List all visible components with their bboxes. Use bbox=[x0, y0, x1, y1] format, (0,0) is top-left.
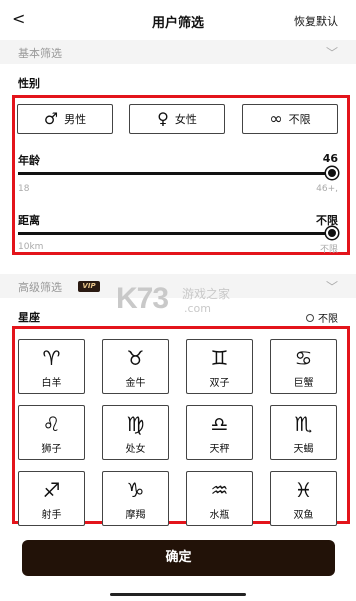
gender-any-button[interactable]: ∞ 不限 bbox=[242, 104, 338, 134]
zodiac-option[interactable]: ♓ 双鱼 bbox=[270, 471, 337, 526]
basic-filter-title: 基本筛选 bbox=[18, 47, 62, 60]
gemini-icon: ♊ bbox=[210, 346, 229, 370]
aquarius-icon: ♒ bbox=[210, 478, 229, 502]
zodiac-option[interactable]: ♐ 射手 bbox=[18, 471, 85, 526]
gender-option-label: 男性 bbox=[64, 113, 87, 126]
distance-slider-handle[interactable] bbox=[326, 227, 338, 239]
distance-slider-track[interactable] bbox=[18, 232, 338, 235]
libra-icon: ♎ bbox=[210, 412, 229, 436]
infinity-icon: ∞ bbox=[269, 109, 283, 128]
female-icon: ♀ bbox=[157, 109, 169, 128]
zodiac-option-label: 天秤 bbox=[209, 444, 230, 455]
pisces-icon: ♓ bbox=[294, 478, 313, 502]
capricorn-icon: ♑ bbox=[126, 478, 145, 502]
zodiac-option-label: 天蝎 bbox=[293, 444, 314, 455]
age-slider-handle[interactable] bbox=[326, 167, 338, 179]
leo-icon: ♌ bbox=[42, 412, 61, 436]
zodiac-unlimited-label: 不限 bbox=[318, 314, 338, 325]
vip-badge: VIP bbox=[78, 281, 100, 292]
zodiac-option-label: 双鱼 bbox=[293, 510, 314, 521]
zodiac-option-label: 双子 bbox=[209, 378, 230, 389]
sagittarius-icon: ♐ bbox=[42, 478, 61, 502]
zodiac-option-label: 摩羯 bbox=[125, 510, 146, 521]
site-watermark-logo: K73 游戏之家 .com bbox=[116, 280, 246, 322]
reset-button[interactable]: 恢复默认 bbox=[294, 13, 338, 29]
scorpio-icon: ♏ bbox=[294, 412, 313, 436]
radio-icon[interactable] bbox=[306, 313, 314, 322]
chevron-down-icon[interactable]: ﹀ bbox=[326, 44, 338, 61]
age-max-label: 46+, bbox=[316, 184, 338, 194]
zodiac-option-label: 白羊 bbox=[41, 378, 62, 389]
virgo-icon: ♍ bbox=[126, 412, 145, 436]
zodiac-option[interactable]: ♎ 天秤 bbox=[186, 405, 253, 460]
distance-min-label: 10km bbox=[18, 242, 44, 252]
top-bar: < 用户筛选 恢复默认 bbox=[0, 0, 356, 38]
gender-male-button[interactable]: ♂ 男性 bbox=[17, 104, 113, 134]
watermark-domain: .com bbox=[184, 302, 211, 315]
taurus-icon: ♉ bbox=[126, 346, 145, 370]
zodiac-option[interactable]: ♒ 水瓶 bbox=[186, 471, 253, 526]
zodiac-option[interactable]: ♍ 处女 bbox=[102, 405, 169, 460]
age-label: 年龄 bbox=[18, 154, 40, 167]
zodiac-option-label: 金牛 bbox=[125, 378, 146, 389]
gender-label: 性别 bbox=[18, 77, 40, 90]
advanced-filter-title: 高级筛选 bbox=[18, 281, 62, 294]
zodiac-option[interactable]: ♈ 白羊 bbox=[18, 339, 85, 394]
zodiac-option[interactable]: ♉ 金牛 bbox=[102, 339, 169, 394]
gender-option-label: 女性 bbox=[174, 113, 197, 126]
distance-value: 不限 bbox=[316, 214, 338, 227]
zodiac-option[interactable]: ♊ 双子 bbox=[186, 339, 253, 394]
zodiac-unlimited-option[interactable]: 不限 bbox=[306, 310, 338, 325]
watermark-brand: K73 bbox=[116, 282, 169, 315]
zodiac-option-label: 巨蟹 bbox=[293, 378, 314, 389]
confirm-button[interactable]: 确定 bbox=[22, 540, 335, 576]
zodiac-label: 星座 bbox=[18, 311, 40, 324]
gender-option-label: 不限 bbox=[288, 113, 311, 126]
zodiac-option[interactable]: ♋ 巨蟹 bbox=[270, 339, 337, 394]
age-slider-track[interactable] bbox=[18, 172, 338, 175]
chevron-down-icon[interactable]: ﹀ bbox=[326, 278, 338, 295]
zodiac-option-label: 水瓶 bbox=[209, 510, 230, 521]
gender-female-button[interactable]: ♀ 女性 bbox=[129, 104, 225, 134]
distance-max-label: 不限 bbox=[319, 245, 338, 255]
zodiac-option[interactable]: ♏ 天蝎 bbox=[270, 405, 337, 460]
zodiac-option[interactable]: ♑ 摩羯 bbox=[102, 471, 169, 526]
age-value: 46 bbox=[322, 152, 338, 165]
age-min-label: 18 bbox=[18, 184, 30, 194]
home-indicator bbox=[110, 593, 246, 596]
zodiac-option-label: 射手 bbox=[41, 510, 62, 521]
aries-icon: ♈ bbox=[42, 346, 61, 370]
male-icon: ♂ bbox=[43, 109, 59, 128]
cancer-icon: ♋ bbox=[294, 346, 313, 370]
basic-filter-section[interactable]: 基本筛选 ﹀ bbox=[0, 40, 356, 64]
watermark-cn: 游戏之家 bbox=[182, 287, 231, 301]
distance-label: 距离 bbox=[18, 214, 40, 227]
zodiac-option-label: 狮子 bbox=[41, 444, 62, 455]
zodiac-option-label: 处女 bbox=[125, 444, 146, 455]
zodiac-option[interactable]: ♌ 狮子 bbox=[18, 405, 85, 460]
